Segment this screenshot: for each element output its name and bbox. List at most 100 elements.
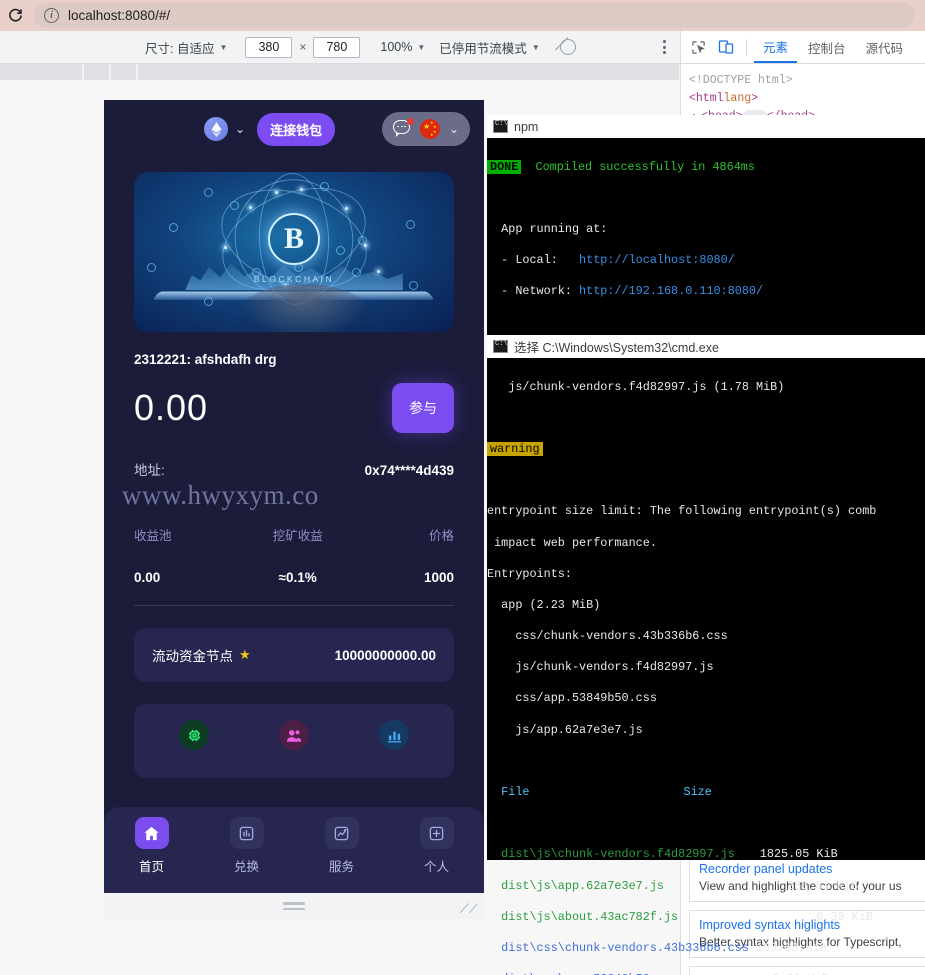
china-flag-icon[interactable]: ★ ★ ★ ★ ★ [420,119,440,139]
stat-item: 收益池 0.00 [134,525,172,585]
entry-asset-3: css/app.53849b50.css [487,691,657,705]
chunk-vendors-line: js/chunk-vendors.f4d82997.js (1.78 MiB) [487,380,784,394]
exchange-chart-icon [230,817,264,849]
file-row: dist\js\app.62a7e3e7.js 266.81 KiB [487,879,925,895]
service-trend-icon [325,817,359,849]
stat-label: 收益池 [134,525,172,544]
file-size: 266.81 KiB [787,879,858,893]
npm-terminal-titlebar: npm [487,115,925,138]
ticker-text: 2312221: afshdafh drg [134,352,454,367]
nav-item-exchange[interactable]: 兑换 [199,817,294,875]
device-size-selector[interactable]: 尺寸: 自适应 ▼ [145,38,227,57]
viewport-height-input[interactable] [313,37,360,58]
chain-selector[interactable]: ⌄ [204,117,245,141]
html-tag-close: > [751,92,758,105]
omnibox[interactable]: i localhost:8080/#/ [34,3,915,28]
devtools-tabbar: 元素 控制台 源代码 [681,31,925,64]
more-options-icon[interactable] [663,40,666,54]
network-url[interactable]: http://192.168.0.110:8080/ [579,284,763,298]
stat-value: 0.00 [134,570,172,585]
inspect-element-icon[interactable] [685,34,711,60]
zoom-selector[interactable]: 100% ▼ [380,40,425,54]
tab-sources[interactable]: 源代码 [857,31,913,63]
entry-asset-4: js/app.62a7e3e7.js [487,723,643,737]
compile-message: Compiled successfully in 4864ms [521,160,755,174]
stat-label: 价格 [429,525,454,544]
url-text: localhost:8080/#/ [68,8,170,23]
liquidity-node-card[interactable]: 流动资金节点 ★ 10000000000.00 [134,628,454,682]
stats-row: 收益池 0.00 挖矿收益 ≈0.1% 价格 1000 [134,525,454,585]
home-icon [135,817,169,849]
file-path: dist\css\chunk-vendors.43b336b6.css [487,941,749,955]
resize-grip-icon[interactable]: ⟋⟋ [460,901,478,917]
file-row: dist\js\about.43ac782f.js0.39 KiB [487,910,925,926]
nav-item-service[interactable]: 服务 [294,817,389,875]
nav-label: 服务 [329,856,354,875]
no-throttle-icon[interactable] [560,39,576,55]
address-label: 地址: [134,459,165,479]
browser-url-bar: i localhost:8080/#/ [0,0,925,31]
notification-dot [407,118,414,125]
cmd-window-icon [493,120,508,133]
html-tag[interactable]: <html [689,92,724,105]
throttling-label: 已停用节流模式 [439,38,527,57]
cmd-terminal-window[interactable]: 选择 C:\Windows\System32\cmd.exe js/chunk-… [487,335,925,860]
nav-item-home[interactable]: 首页 [104,817,199,875]
file-path: dist\js\chunk-vendors.f4d82997.js [487,847,735,861]
cmd-terminal-title: 选择 C:\Windows\System32\cmd.exe [514,337,719,356]
chat-bubble-icon[interactable] [393,120,411,138]
app-running-label: App running at: [487,222,607,236]
chevron-down-icon: ▼ [532,43,540,52]
tab-console[interactable]: 控制台 [799,31,855,63]
file-path: dist\js\app.62a7e3e7.js [487,879,664,893]
cmd-window-icon [493,340,508,353]
done-badge: DONE [487,160,521,174]
warning-badge: warning [487,442,543,456]
app-header: ⌄ 连接钱包 ★ ★ ★ ★ ★ ⌄ [104,100,484,146]
reload-icon[interactable] [2,3,28,29]
stat-label: 挖矿收益 [273,525,323,544]
ethereum-icon [204,117,228,141]
file-size: 1825.05 KiB [760,847,838,861]
throttling-selector[interactable]: 已停用节流模式 ▼ [439,38,539,57]
device-toolbar-icon[interactable] [713,34,739,60]
dom-doctype-line: <!DOCTYPE html> [689,72,919,90]
file-path: dist\js\about.43ac782f.js [487,910,678,924]
hand-silhouette [240,284,368,332]
chevron-down-icon: ▼ [417,43,425,52]
app-size-line: app (2.23 MiB) [487,598,600,612]
npm-terminal-window[interactable]: npm DONE Compiled successfully in 4864ms… [487,115,925,335]
viewport-resize-bar[interactable]: ⟋⟋ [104,893,484,919]
device-size-label: 尺寸: 自适应 [145,38,214,57]
html-lang-attr: lang [724,92,752,105]
site-info-icon[interactable]: i [44,8,59,23]
drag-handle-icon[interactable] [283,902,305,910]
nav-label: 兑换 [234,856,259,875]
address-value[interactable]: 0x74****4d439 [365,463,454,478]
chevron-down-icon[interactable]: ⌄ [449,122,459,136]
people-icon[interactable] [279,720,309,750]
liquidity-node-value: 10000000000.00 [335,648,436,663]
header-actions-pill: ★ ★ ★ ★ ★ ⌄ [382,112,470,146]
file-row: dist\js\chunk-vendors.f4d82997.js 1825.05… [487,847,925,863]
dom-html-line: <htmllang> [689,90,919,108]
connect-wallet-button[interactable]: 连接钱包 [257,113,335,146]
entry-asset-2: js/chunk-vendors.f4d82997.js [487,660,714,674]
stat-value: 1000 [424,570,454,585]
blockchain-banner: B BLOCKCHAIN [134,172,454,332]
bottom-navigation: 首页 兑换 服务 [104,807,484,893]
nav-label: 个人 [424,856,449,875]
tab-elements[interactable]: 元素 [754,31,797,63]
nav-item-personal[interactable]: 个人 [389,817,484,875]
section-divider [134,605,454,606]
join-button[interactable]: 参与 [392,383,454,433]
chip-icon[interactable] [179,720,209,750]
emulated-device-screen: ⌄ 连接钱包 ★ ★ ★ ★ ★ ⌄ [104,100,484,893]
viewport-width-input[interactable] [245,37,292,58]
file-size: 183.63 KiB [756,941,827,955]
chevron-down-icon: ▼ [219,43,227,52]
banner-word: BLOCKCHAIN [254,274,334,284]
bar-chart-icon[interactable] [379,720,409,750]
impact-perf-line: impact web performance. [487,536,657,550]
local-url[interactable]: http://localhost:8080/ [579,253,735,267]
